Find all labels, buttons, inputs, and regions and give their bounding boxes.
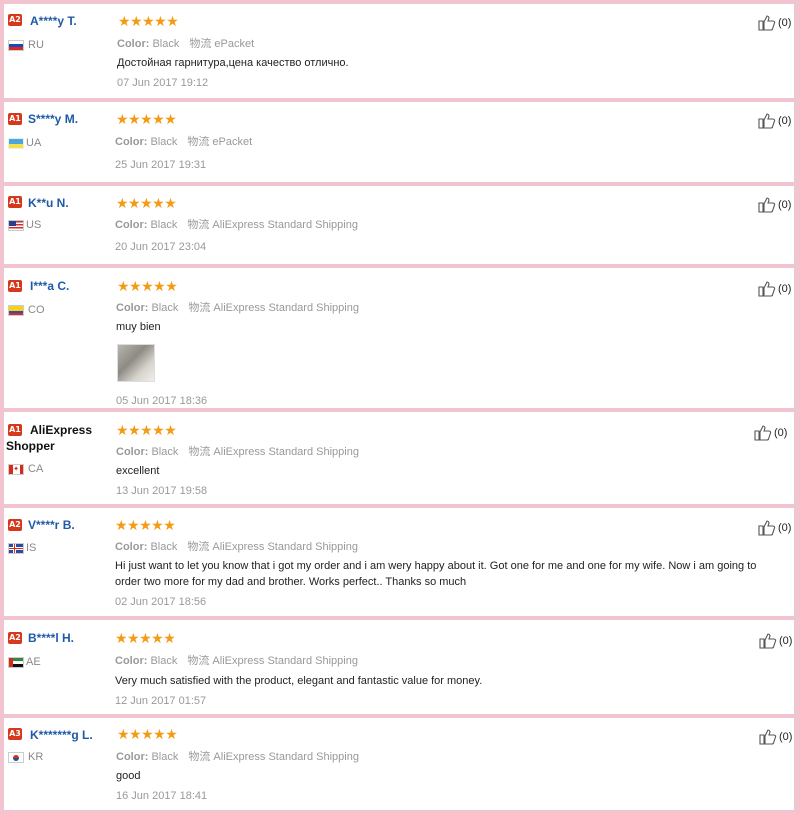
- rating-stars: ★★★★★: [115, 630, 176, 646]
- rating-stars: ★★★★★: [118, 13, 179, 29]
- reviewer-country: IS: [26, 542, 37, 554]
- rating-stars: ★★★★★: [116, 195, 177, 211]
- helpful-count: (0): [778, 114, 792, 127]
- flag-co-icon: [8, 305, 24, 316]
- reviewer-name-link[interactable]: K*******g L.: [30, 728, 93, 742]
- thumbs-up-icon: [759, 729, 777, 745]
- buyer-level-badge: A1: [8, 196, 22, 208]
- rating-stars: ★★★★★: [117, 278, 178, 294]
- helpful-button[interactable]: (0): [758, 112, 791, 129]
- reviewer-country: RU: [28, 39, 44, 51]
- review-date: 20 Jun 2017 23:04: [115, 241, 207, 253]
- reviewer-name-link[interactable]: S****y M.: [28, 112, 78, 126]
- reviewer-name-link[interactable]: I***a C.: [30, 279, 69, 293]
- reviewer-country: UA: [26, 137, 42, 149]
- review-card: A2 B****l H. AE ★★★★★ Color: Black 物流 Ali…: [4, 620, 794, 714]
- review-card: A1 AliExpress Shopper ✦ CA ★★★★★ Color: …: [4, 412, 794, 504]
- helpful-button[interactable]: (0): [759, 728, 792, 745]
- review-date: 16 Jun 2017 18:41: [116, 790, 208, 802]
- order-info: Color: Black 物流 AliExpress Standard Shipp…: [116, 751, 359, 763]
- reviewer-country: CA: [28, 463, 44, 475]
- review-text: Достойная гарнитура,цена качество отличн…: [117, 57, 349, 69]
- order-info: Color: Black 物流 AliExpress Standard Shipp…: [115, 541, 358, 553]
- order-info: Color: Black 物流 AliExpress Standard Shipp…: [116, 446, 359, 458]
- helpful-button[interactable]: (0): [758, 280, 791, 297]
- reviewer-name-link[interactable]: B****l H.: [28, 631, 74, 645]
- thumbs-up-icon: [758, 197, 776, 213]
- helpful-button[interactable]: (0): [759, 632, 792, 649]
- buyer-level-badge: A1: [8, 280, 22, 292]
- helpful-button[interactable]: (0): [758, 196, 791, 213]
- reviewer-country: CO: [28, 304, 45, 316]
- helpful-button[interactable]: (0): [758, 14, 791, 31]
- reviewer-country: AE: [26, 656, 41, 668]
- thumbs-up-icon: [759, 633, 777, 649]
- buyer-level-badge: A2: [8, 14, 22, 26]
- buyer-level-badge: A3: [8, 728, 22, 740]
- helpful-button[interactable]: (0): [758, 519, 791, 536]
- reviewer-name-link[interactable]: A****y T.: [30, 14, 77, 28]
- review-date: 25 Jun 2017 19:31: [115, 159, 207, 171]
- thumbs-up-icon: [758, 15, 776, 31]
- review-card: A1 S****y M. UA ★★★★★ Color: Black 物流 ePa…: [4, 102, 794, 182]
- review-text: Very much satisfied with the product, el…: [115, 675, 483, 687]
- reviewer-country: US: [26, 219, 42, 231]
- buyer-level-badge: A1: [8, 113, 22, 125]
- flag-us-icon: [8, 220, 24, 231]
- reviewer-name: AliExpress Shopper: [6, 423, 93, 453]
- review-text: muy bien: [116, 321, 161, 333]
- review-date: 05 Jun 2017 18:36: [116, 395, 208, 407]
- helpful-count: (0): [778, 282, 792, 295]
- review-text: good: [116, 770, 141, 782]
- order-info: Color: Black 物流 AliExpress Standard Shipp…: [115, 655, 358, 667]
- order-info: Color: Black 物流 AliExpress Standard Shipp…: [115, 219, 358, 231]
- helpful-button[interactable]: (0): [754, 424, 787, 441]
- rating-stars: ★★★★★: [116, 111, 177, 127]
- thumbs-up-icon: [758, 113, 776, 129]
- helpful-count: (0): [778, 198, 792, 211]
- review-text: Hi just want to let you know that i got …: [115, 560, 757, 588]
- reviewer-name-link[interactable]: V****r B.: [28, 518, 75, 532]
- review-card: A2 A****y T. RU ★★★★★ Color: Black 物流 ePa…: [4, 4, 794, 98]
- helpful-count: (0): [779, 730, 793, 743]
- flag-ca-icon: ✦: [8, 464, 24, 475]
- helpful-count: (0): [778, 16, 792, 29]
- helpful-count: (0): [779, 634, 793, 647]
- flag-ua-icon: [8, 138, 24, 149]
- buyer-level-badge: A2: [8, 519, 22, 531]
- review-card: A2 V****r B. IS ★★★★★ Color: Black 物流 Ali…: [4, 508, 794, 616]
- review-text: excellent: [116, 465, 160, 477]
- rating-stars: ★★★★★: [115, 517, 176, 533]
- thumbs-up-icon: [754, 425, 772, 441]
- buyer-level-badge: A2: [8, 632, 22, 644]
- review-card: A1 K**u N. US ★★★★★ Color: Black 物流 AliEx…: [4, 186, 794, 264]
- review-photo-thumbnail[interactable]: [117, 344, 155, 382]
- thumbs-up-icon: [758, 520, 776, 536]
- flag-kr-icon: [8, 752, 24, 763]
- rating-stars: ★★★★★: [116, 422, 177, 438]
- review-date: 12 Jun 2017 01:57: [115, 695, 207, 707]
- reviewer-country: KR: [28, 751, 44, 763]
- order-info: Color: Black 物流 AliExpress Standard Shipp…: [116, 302, 359, 314]
- review-date: 07 Jun 2017 19:12: [117, 77, 209, 89]
- review-card: A1 I***a C. CO ★★★★★ Color: Black 物流 AliE…: [4, 268, 794, 408]
- order-info: Color: Black 物流 ePacket: [115, 136, 253, 148]
- reviewer-name-link[interactable]: K**u N.: [28, 196, 69, 210]
- flag-ru-icon: [8, 40, 24, 51]
- review-date: 13 Jun 2017 19:58: [116, 485, 208, 497]
- review-date: 02 Jun 2017 18:56: [115, 596, 207, 608]
- helpful-count: (0): [778, 521, 792, 534]
- rating-stars: ★★★★★: [117, 726, 178, 742]
- helpful-count: (0): [774, 426, 788, 439]
- reviews-list: A2 A****y T. RU ★★★★★ Color: Black 物流 ePa…: [0, 0, 800, 813]
- flag-is-icon: [8, 543, 24, 554]
- thumbs-up-icon: [758, 281, 776, 297]
- flag-ae-icon: [8, 657, 24, 668]
- review-card: A3 K*******g L. KR ★★★★★ Color: Black 物流 …: [4, 718, 794, 810]
- order-info: Color: Black 物流 ePacket: [117, 38, 255, 50]
